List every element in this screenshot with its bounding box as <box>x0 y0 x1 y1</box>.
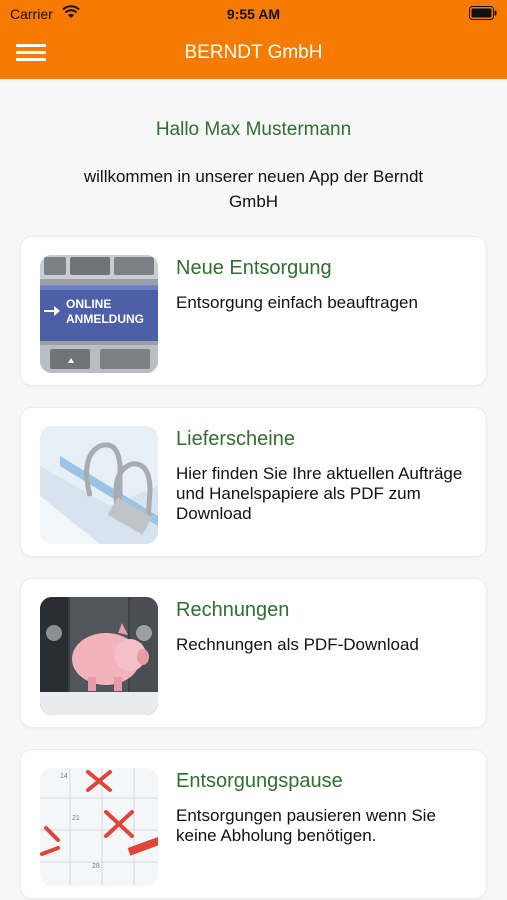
card-description: Rechnungen als PDF-Download <box>176 635 419 654</box>
piggy-bank-image <box>40 597 158 715</box>
app-title: BERNDT GmbH <box>184 42 323 63</box>
online-registration-image: ONLINE ANMELDUNG <box>40 255 158 373</box>
card-title: Entsorgungspause <box>176 770 343 792</box>
greeting-text: Hallo Max Mustermann <box>155 119 352 140</box>
calendar-number: 14 <box>60 773 68 780</box>
card-lieferscheine[interactable]: Lieferscheine Hier finden Sie Ihre aktue… <box>20 407 487 557</box>
calendar-image: 14 21 28 <box>40 768 158 886</box>
calendar-number: 28 <box>92 863 100 870</box>
calendar-number: 21 <box>72 815 80 822</box>
card-description: Entsorgungen pausieren wenn Sie keine Ab… <box>176 806 436 845</box>
card-title: Rechnungen <box>176 599 290 621</box>
binder-rings-image <box>40 426 158 544</box>
card-rechnungen[interactable]: Rechnungen Rechnungen als PDF-Download <box>20 578 487 728</box>
card-title: Neue Entsorgung <box>176 257 332 279</box>
card-description: Hier finden Sie Ihre aktuellen Aufträge … <box>176 464 463 523</box>
status-time: 9:55 AM <box>226 6 281 22</box>
card-entsorgungspause[interactable]: 14 21 28 Entsorgungspause Entsorgungen p… <box>20 749 487 899</box>
card-description: Entsorgung einfach beauftragen <box>176 293 418 312</box>
battery-icon <box>469 6 497 20</box>
welcome-text: willkommen in unserer neuen App der Bern… <box>83 167 424 211</box>
card-title: Lieferscheine <box>176 428 295 450</box>
status-bar: Carrier 9:55 AM <box>0 0 507 28</box>
card-neue-entsorgung[interactable]: ONLINE ANMELDUNG Neue Entsorgung Entsorgu… <box>20 236 487 386</box>
nav-bar: BERNDT GmbH <box>0 28 507 79</box>
